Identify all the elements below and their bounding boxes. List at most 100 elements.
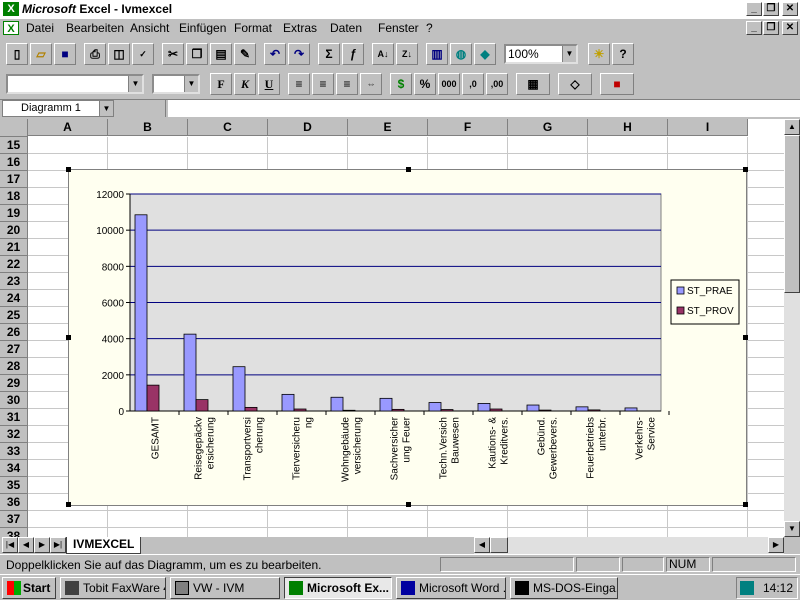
resize-handle-s[interactable] [406,502,411,507]
row-header[interactable]: 28 [0,358,28,375]
format-painter-icon[interactable]: ✎ [234,43,256,65]
row-header[interactable]: 21 [0,239,28,256]
vertical-scrollbar[interactable]: ▲ ▼ [784,119,800,537]
doc-restore-button[interactable]: ❐ [763,21,779,35]
row-header[interactable]: 32 [0,426,28,443]
function-wizard-icon[interactable]: ƒ [342,43,364,65]
row-header[interactable]: 38 [0,528,28,537]
row-header[interactable]: 17 [0,171,28,188]
resize-handle-nw[interactable] [66,167,71,172]
font-size-dropdown-icon[interactable]: ▼ [184,76,198,92]
cut-icon[interactable]: ✂ [162,43,184,65]
new-document-icon[interactable]: ▯ [6,43,28,65]
excel-app-icon[interactable]: X [3,2,19,16]
row-header[interactable]: 37 [0,511,28,528]
tab-next-icon[interactable]: ▶ [34,537,50,553]
row-header[interactable]: 23 [0,273,28,290]
resize-handle-se[interactable] [743,502,748,507]
sheet-tab-ivmexcel[interactable]: IVMEXCEL [66,537,142,554]
tray-icon[interactable] [740,581,754,595]
row-header[interactable]: 19 [0,205,28,222]
row-header[interactable]: 26 [0,324,28,341]
autosum-icon[interactable]: Σ [318,43,340,65]
sort-ascending-icon[interactable]: A↓ [372,43,394,65]
menu-ansicht[interactable]: Ansicht [130,21,169,35]
document-icon[interactable]: X [3,21,19,35]
percent-button[interactable]: % [414,73,436,95]
column-header[interactable]: A [28,119,108,136]
scroll-up-icon[interactable]: ▲ [784,119,800,135]
column-header[interactable]: D [268,119,348,136]
row-header[interactable]: 34 [0,460,28,477]
task-vw-ivm[interactable]: VW - IVM [170,577,280,599]
borders-icon[interactable]: ▦ [516,73,550,95]
font-name-select[interactable]: ▼ [6,74,144,94]
merge-center-icon[interactable]: ⇔ [360,73,382,95]
resize-handle-sw[interactable] [66,502,71,507]
drawing-icon[interactable]: ◆ [474,43,496,65]
hscroll-thumb[interactable] [490,537,508,553]
close-button[interactable]: ✕ [782,2,798,16]
row-header[interactable]: 22 [0,256,28,273]
row-header[interactable]: 15 [0,137,28,154]
font-color-icon[interactable]: ■ [600,73,634,95]
menu-datei[interactable]: Datei [26,21,54,35]
help-pointer-icon[interactable]: ? [612,43,634,65]
currency-icon[interactable]: $ [390,73,412,95]
fill-color-icon[interactable]: ◇ [558,73,592,95]
menu-daten[interactable]: Daten [330,21,362,35]
align-right-icon[interactable]: ≡ [336,73,358,95]
resize-handle-e[interactable] [743,335,748,340]
tip-wizard-icon[interactable]: ☀ [588,43,610,65]
bold-button[interactable]: F [210,73,232,95]
scroll-thumb[interactable] [784,135,800,293]
row-header[interactable]: 35 [0,477,28,494]
scroll-left-icon[interactable]: ◀ [474,537,490,553]
doc-minimize-button[interactable]: _ [746,21,762,35]
decrease-decimal-button[interactable]: ,00 [486,73,508,95]
italic-button[interactable]: K [234,73,256,95]
row-header[interactable]: 30 [0,392,28,409]
start-button[interactable]: Start [2,577,56,599]
row-header[interactable]: 33 [0,443,28,460]
row-header[interactable]: 16 [0,154,28,171]
column-header[interactable]: B [108,119,188,136]
redo-icon[interactable]: ↷ [288,43,310,65]
restore-button[interactable]: ❐ [763,2,779,16]
embedded-chart[interactable]: 0 2000 4000 6000 8000 10000 12000 GESAMT Reisege… [66,167,748,507]
column-header[interactable]: I [668,119,748,136]
formula-input[interactable] [168,100,800,117]
menu-format[interactable]: Format [234,21,272,35]
task-tobit-faxware[interactable]: Tobit FaxWare 4 [60,577,166,599]
align-left-icon[interactable]: ≡ [288,73,310,95]
minimize-button[interactable]: _ [746,2,762,16]
resize-handle-w[interactable] [66,335,71,340]
resize-handle-ne[interactable] [743,167,748,172]
chart-wizard-icon[interactable]: ▥ [426,43,448,65]
row-header[interactable]: 36 [0,494,28,511]
menu-extras[interactable]: Extras [283,21,317,35]
name-box-dropdown-icon[interactable]: ▼ [99,101,113,116]
menu-bearbeiten[interactable]: Bearbeiten [66,21,124,35]
save-icon[interactable]: ■ [54,43,76,65]
row-header[interactable]: 27 [0,341,28,358]
font-name-dropdown-icon[interactable]: ▼ [128,76,142,92]
row-header[interactable]: 25 [0,307,28,324]
underline-button[interactable]: U [258,73,280,95]
print-preview-icon[interactable]: ◫ [108,43,130,65]
row-header[interactable]: 29 [0,375,28,392]
task-msdos-prompt[interactable]: MS-DOS-Einga... [510,577,618,599]
column-header[interactable]: H [588,119,668,136]
sort-descending-icon[interactable]: Z↓ [396,43,418,65]
tab-last-icon[interactable]: ▶| [50,537,66,553]
row-header[interactable]: 31 [0,409,28,426]
tab-prev-icon[interactable]: ◀ [18,537,34,553]
tab-first-icon[interactable]: |◀ [2,537,18,553]
spellcheck-icon[interactable]: ✓ [132,43,154,65]
column-header[interactable]: G [508,119,588,136]
scroll-right-icon[interactable]: ▶ [768,537,784,553]
select-all-corner[interactable] [0,119,28,137]
menu-help[interactable]: ? [426,21,433,35]
horizontal-scrollbar[interactable]: ◀ ▶ [474,537,784,554]
scroll-down-icon[interactable]: ▼ [784,521,800,537]
